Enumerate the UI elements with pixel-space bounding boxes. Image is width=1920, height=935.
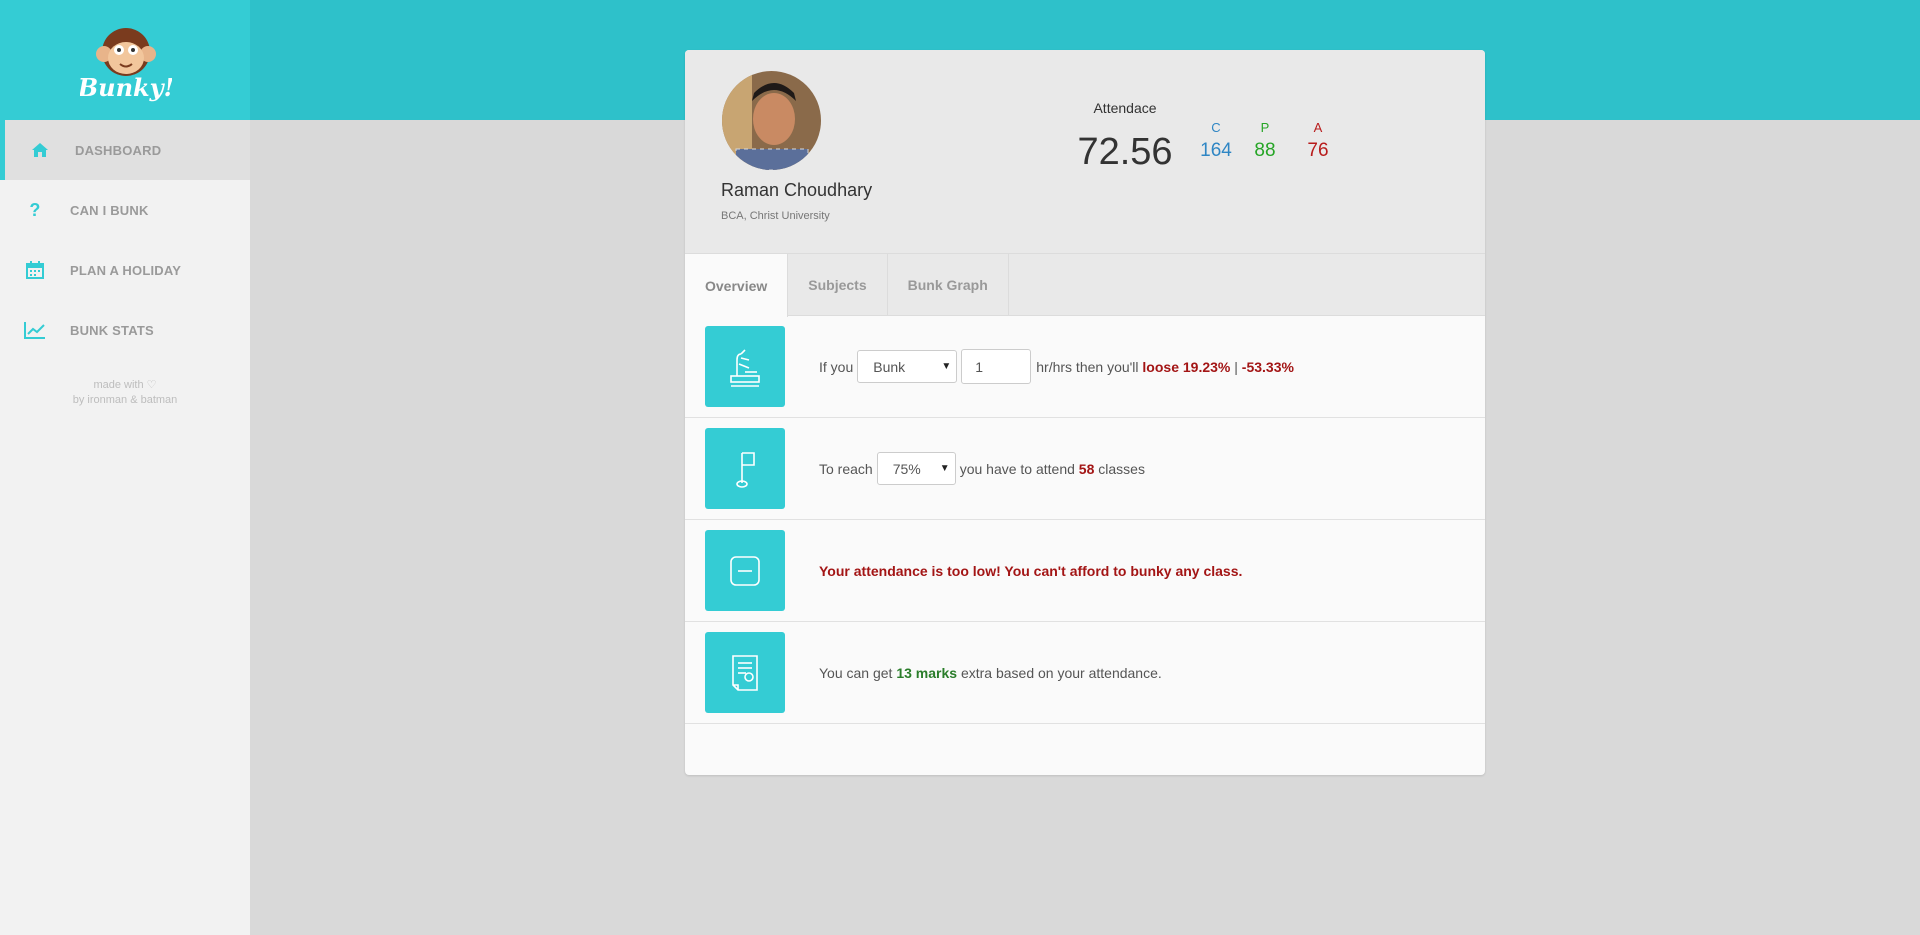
attendance-percentage: 72.56 — [1077, 131, 1173, 173]
minus-box-icon — [705, 530, 785, 611]
credits-line-1: made with ♡ — [93, 379, 157, 391]
line-chart-icon — [0, 321, 70, 339]
certificate-icon — [705, 632, 785, 713]
bunk-hours-input[interactable]: 1 — [961, 349, 1032, 384]
sidebar-item-plan-a-holiday[interactable]: PLAN A HOLIDAY — [0, 240, 250, 300]
sidebar-item-label: CAN I BUNK — [70, 202, 149, 218]
sidebar-item-label: DASHBOARD — [75, 142, 162, 158]
bunk-icon — [705, 326, 785, 407]
sidebar: Bunky! DASHBOARD ? CAN I BUNK PLAN A HOL… — [0, 0, 250, 935]
bunk-mid-text: hr/hrs then you'll — [1036, 358, 1139, 375]
flag-icon — [705, 428, 785, 509]
sidebar-item-label: BUNK STATS — [70, 322, 154, 338]
separator: | — [1234, 358, 1238, 375]
question-icon: ? — [0, 201, 70, 219]
profile-panel: Raman Choudhary BCA, Christ University A… — [685, 50, 1485, 254]
home-icon — [5, 142, 75, 158]
credits: made with ♡ by ironman & batman — [0, 378, 250, 408]
target-row: To reach 75% ▼ you have to attend 58 cla… — [685, 418, 1485, 520]
stat-absent: A 76 — [1293, 120, 1343, 162]
target-percentage-select[interactable]: 75% ▼ — [876, 452, 956, 485]
sidebar-item-label: PLAN A HOLIDAY — [70, 262, 182, 278]
extra-marks-text: You can get 13 marks extra based on your… — [819, 622, 1162, 723]
extra-marks-prefix: You can get — [819, 664, 893, 681]
target-percentage-value: 75% — [892, 460, 921, 477]
tab-overview[interactable]: Overview — [685, 254, 789, 317]
logo-wordmark: Bunky! — [80, 73, 172, 102]
classes-count: 58 — [1078, 460, 1095, 477]
stat-key: P — [1260, 120, 1270, 135]
dashboard-card: Raman Choudhary BCA, Christ University A… — [685, 50, 1485, 775]
calendar-icon — [0, 261, 70, 279]
profile-subtitle: BCA, Christ University — [721, 210, 830, 222]
chevron-down-icon: ▼ — [941, 361, 952, 372]
warning-text: Your attendance is too low! You can't af… — [819, 520, 1242, 621]
target-text: To reach 75% ▼ you have to attend 58 cla… — [819, 418, 1145, 519]
avatar — [722, 71, 821, 170]
sidebar-item-bunk-stats[interactable]: BUNK STATS — [0, 300, 250, 360]
stat-value: 88 — [1254, 140, 1276, 161]
attendance-label: Attendace — [1093, 100, 1157, 116]
attendance-change: -53.33% — [1241, 358, 1294, 375]
tab-bunk-graph[interactable]: Bunk Graph — [888, 254, 1009, 316]
bunk-action-value: Bunk — [873, 358, 906, 375]
sidebar-item-dashboard[interactable]: DASHBOARD — [0, 120, 250, 180]
bunky-logo[interactable]: Bunky! — [80, 16, 172, 106]
tab-bar: Overview Subjects Bunk Graph — [685, 254, 1485, 317]
stat-value: 76 — [1307, 140, 1329, 161]
target-suffix: classes — [1098, 460, 1145, 477]
bunk-prefix: If you — [819, 358, 854, 375]
bunk-calculator-row: If you Bunk ▼ 1 hr/hrs then you'll loose… — [685, 316, 1485, 418]
sidebar-item-can-i-bunk[interactable]: ? CAN I BUNK — [0, 180, 250, 240]
extra-marks-row: You can get 13 marks extra based on your… — [685, 622, 1485, 724]
bunk-calculator-text: If you Bunk ▼ 1 hr/hrs then you'll loose… — [819, 316, 1294, 417]
tab-subjects[interactable]: Subjects — [788, 254, 888, 316]
stat-key: A — [1313, 120, 1323, 135]
credits-line-2: by ironman & batman — [72, 394, 178, 406]
profile-name: Raman Choudhary — [721, 180, 873, 200]
loose-percentage: loose 19.23% — [1142, 358, 1231, 375]
attendance-warning: Your attendance is too low! You can't af… — [819, 562, 1243, 579]
stat-key: C — [1211, 120, 1221, 135]
target-prefix: To reach — [819, 460, 873, 477]
logo-area: Bunky! — [0, 0, 250, 120]
svg-text:?: ? — [29, 201, 40, 219]
chevron-down-icon: ▼ — [939, 463, 950, 474]
target-mid-text: you have to attend — [959, 460, 1075, 477]
bunk-action-select[interactable]: Bunk ▼ — [857, 350, 958, 383]
stat-present: P 88 — [1240, 120, 1290, 162]
stat-value: 164 — [1200, 140, 1232, 161]
warning-row: Your attendance is too low! You can't af… — [685, 520, 1485, 622]
stat-conducted: C 164 — [1191, 120, 1241, 162]
extra-marks-suffix: extra based on your attendance. — [960, 664, 1162, 681]
extra-marks-value: 13 marks — [896, 664, 958, 681]
